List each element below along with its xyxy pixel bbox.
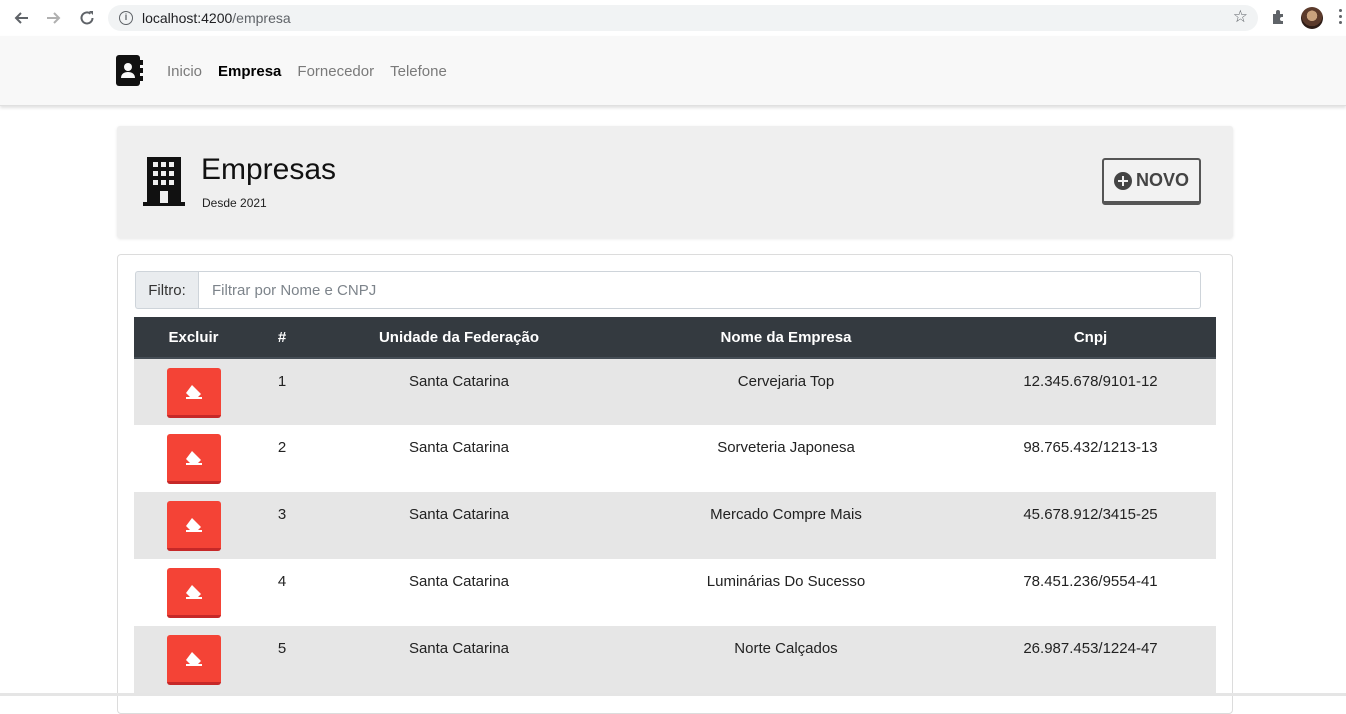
row-id: 2 <box>277 439 287 456</box>
row-id: 3 <box>277 506 287 523</box>
eraser-icon <box>185 517 202 532</box>
column-header-nome: Nome da Empresa <box>607 317 965 359</box>
url-path: /empresa <box>232 10 291 26</box>
companies-table: Excluir # Unidade da Federação Nome da E… <box>134 317 1216 693</box>
app-navbar: Inicio Empresa Fornecedor Telefone <box>0 36 1346 106</box>
row-id: 1 <box>277 373 287 390</box>
nav-link-fornecedor[interactable]: Fornecedor <box>297 63 374 80</box>
row-cnpj: 98.765.432/1213-13 <box>1023 439 1158 456</box>
column-header-id: # <box>253 317 311 359</box>
delete-button[interactable] <box>166 568 221 618</box>
profile-avatar[interactable] <box>1301 7 1323 29</box>
row-cnpj: 78.451.236/9554-41 <box>1023 573 1158 590</box>
reload-icon[interactable] <box>76 7 98 29</box>
row-id: 5 <box>277 640 287 657</box>
table-header-row: Excluir # Unidade da Federação Nome da E… <box>134 317 1216 359</box>
row-uf: Santa Catarina <box>408 640 510 657</box>
row-nome: Norte Calçados <box>734 640 838 657</box>
extensions-icon[interactable] <box>1270 8 1288 26</box>
row-cnpj: 45.678.912/3415-25 <box>1023 506 1158 523</box>
eraser-icon <box>185 384 202 399</box>
address-bar[interactable]: i localhost:4200/empresa ☆ <box>108 5 1258 31</box>
back-icon[interactable] <box>10 7 32 29</box>
delete-cell <box>134 626 253 693</box>
column-header-cnpj: Cnpj <box>965 317 1216 359</box>
delete-button[interactable] <box>166 368 221 418</box>
row-cnpj: 12.345.678/9101-12 <box>1023 373 1158 390</box>
page-title: Empresas <box>201 153 337 186</box>
table-row: 4 Santa Catarina Luminárias Do Sucesso 7… <box>134 559 1216 626</box>
row-cnpj: 26.987.453/1224-47 <box>1023 640 1158 657</box>
filter-input[interactable] <box>198 271 1201 309</box>
forward-icon[interactable] <box>43 7 65 29</box>
info-icon[interactable]: i <box>119 11 133 25</box>
row-uf: Santa Catarina <box>408 439 510 456</box>
row-uf: Santa Catarina <box>408 506 510 523</box>
row-nome: Sorveteria Japonesa <box>717 439 855 456</box>
nav-link-empresa[interactable]: Empresa <box>218 63 281 80</box>
eraser-icon <box>185 450 202 465</box>
nav-link-inicio[interactable]: Inicio <box>167 63 202 80</box>
companies-card: Filtro: Excluir # Unidade da Federação N… <box>117 254 1233 714</box>
url-host: localhost:4200 <box>142 10 233 26</box>
row-uf: Santa Catarina <box>408 373 510 390</box>
table-row: 2 Santa Catarina Sorveteria Japonesa 98.… <box>134 425 1216 492</box>
page-header-card: Empresas Desde 2021 NOVO <box>117 126 1233 238</box>
new-company-button[interactable]: NOVO <box>1102 158 1201 205</box>
new-button-label: NOVO <box>1135 170 1189 190</box>
nav-link-telefone[interactable]: Telefone <box>390 63 447 80</box>
row-id: 4 <box>277 573 287 590</box>
table-row: 1 Santa Catarina Cervejaria Top 12.345.6… <box>134 358 1216 425</box>
eraser-icon <box>185 651 202 666</box>
table-row: 3 Santa Catarina Mercado Compre Mais 45.… <box>134 492 1216 559</box>
delete-button[interactable] <box>166 501 221 551</box>
nav-links: Inicio Empresa Fornecedor Telefone <box>167 63 463 80</box>
column-header-excluir: Excluir <box>134 317 253 359</box>
plus-circle-icon <box>1113 171 1132 190</box>
filter-label: Filtro: <box>135 271 198 309</box>
eraser-icon <box>185 584 202 599</box>
building-icon <box>143 157 185 206</box>
delete-cell <box>134 358 253 425</box>
page-subtitle: Desde 2021 <box>202 196 267 210</box>
column-header-uf: Unidade da Federação <box>311 317 607 359</box>
delete-button[interactable] <box>166 434 221 484</box>
row-nome: Cervejaria Top <box>737 373 835 390</box>
delete-button[interactable] <box>166 635 221 685</box>
url-text: localhost:4200/empresa <box>142 10 291 26</box>
delete-cell <box>134 559 253 626</box>
browser-menu-icon[interactable] <box>1339 9 1343 27</box>
bookmark-star-icon[interactable]: ☆ <box>1233 7 1248 27</box>
filter-group: Filtro: <box>135 271 1201 309</box>
browser-toolbar: i localhost:4200/empresa ☆ <box>0 0 1346 36</box>
row-nome: Luminárias Do Sucesso <box>706 573 866 590</box>
address-book-icon[interactable] <box>116 55 143 86</box>
delete-cell <box>134 425 253 492</box>
row-nome: Mercado Compre Mais <box>710 506 862 523</box>
table-row: 5 Santa Catarina Norte Calçados 26.987.4… <box>134 626 1216 693</box>
row-uf: Santa Catarina <box>408 573 510 590</box>
delete-cell <box>134 492 253 559</box>
